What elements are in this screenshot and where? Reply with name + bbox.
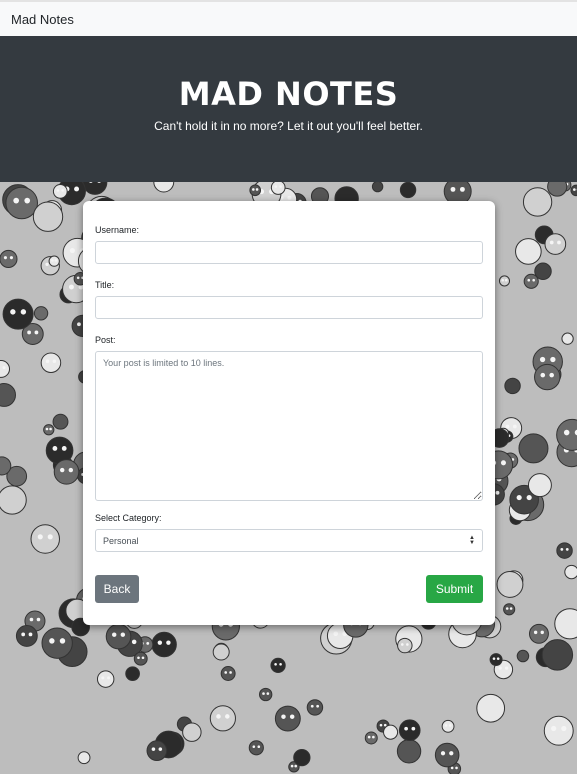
title-label: Title: bbox=[95, 280, 115, 290]
submit-button[interactable]: Submit bbox=[426, 575, 483, 603]
title-input[interactable] bbox=[95, 296, 483, 319]
category-select-value: Personal bbox=[103, 535, 139, 546]
post-textarea[interactable] bbox=[95, 351, 483, 501]
hero-tagline: Can't hold it in no more? Let it out you… bbox=[154, 119, 423, 133]
category-label: Select Category: bbox=[95, 513, 162, 523]
back-button[interactable]: Back bbox=[95, 575, 139, 603]
username-input[interactable] bbox=[95, 241, 483, 264]
post-form-card: Username: Title: Post: Select Category: … bbox=[83, 201, 495, 625]
select-updown-icon: ▲ ▼ bbox=[469, 535, 475, 546]
username-label: Username: bbox=[95, 225, 140, 235]
category-select[interactable]: Personal ▲ ▼ bbox=[95, 529, 483, 552]
navbar: Mad Notes bbox=[0, 0, 577, 36]
hero-banner: MAD NOTES Can't hold it in no more? Let … bbox=[0, 36, 577, 182]
hero-title: MAD NOTES bbox=[178, 75, 399, 113]
navbar-brand[interactable]: Mad Notes bbox=[11, 12, 74, 27]
post-label: Post: bbox=[95, 335, 116, 345]
